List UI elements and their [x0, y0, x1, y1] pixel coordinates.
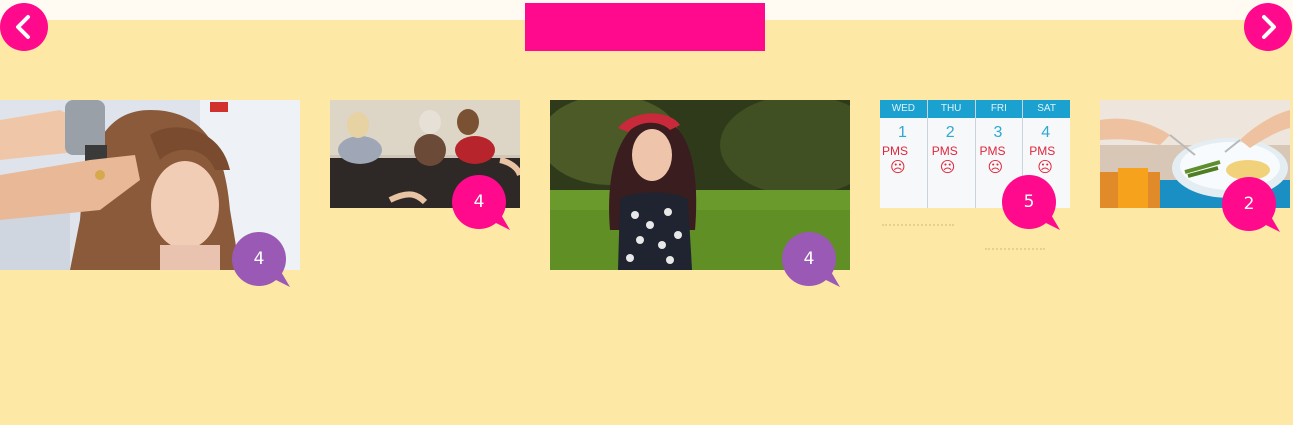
chevron-right-icon: [1262, 15, 1276, 39]
comment-count-bubble[interactable]: 4: [452, 175, 510, 231]
comment-count: 4: [803, 249, 815, 269]
carousel-prev-button[interactable]: [0, 3, 48, 51]
comment-count: 2: [1243, 194, 1255, 214]
faint-text-line: [985, 248, 1045, 253]
sad-face-icon: ☹: [987, 159, 1004, 176]
comment-count: 4: [473, 192, 485, 212]
comment-count: 4: [253, 249, 265, 269]
comment-count-bubble[interactable]: 2: [1222, 177, 1280, 233]
sad-face-icon: ☹: [1037, 159, 1053, 176]
calendar-date: 4: [1041, 124, 1051, 141]
calendar-note: PMS: [1029, 144, 1056, 158]
calendar-note: PMS: [979, 144, 1006, 158]
article-card-3[interactable]: 4: [550, 100, 850, 287]
sad-face-icon: ☹: [890, 159, 906, 176]
calendar-day-label: THU: [940, 103, 962, 114]
comment-count-bubble[interactable]: 4: [782, 232, 840, 288]
article-card-2[interactable]: 4: [330, 100, 520, 230]
carousel-next-button[interactable]: [1244, 3, 1292, 51]
chevron-left-icon: [16, 15, 30, 39]
header-title-block: [525, 3, 765, 51]
comment-count-bubble[interactable]: 4: [232, 232, 290, 288]
calendar-date: 1: [898, 124, 907, 141]
calendar-day-label: SAT: [1037, 103, 1056, 114]
calendar-note: PMS: [882, 144, 909, 158]
calendar-date: 3: [993, 124, 1003, 141]
calendar-column: WED 1 PMS ☹: [880, 100, 928, 208]
calendar-day-label: WED: [891, 103, 916, 114]
sad-face-icon: ☹: [939, 159, 956, 176]
calendar-note: PMS: [931, 144, 958, 158]
faint-text-line: [882, 224, 954, 229]
comment-count: 5: [1023, 192, 1035, 212]
comment-count-bubble[interactable]: 5: [1002, 175, 1060, 231]
article-card-5[interactable]: 2: [1100, 100, 1290, 232]
article-card-1[interactable]: 4: [0, 100, 300, 287]
calendar-day-label: FRI: [990, 103, 1007, 114]
calendar-column: THU 2 PMS ☹: [928, 100, 976, 208]
calendar-date: 2: [945, 124, 955, 141]
article-card-4[interactable]: WED 1 PMS ☹ THU 2 PMS ☹ FRI 3 PMS ☹ SAT …: [880, 100, 1070, 230]
